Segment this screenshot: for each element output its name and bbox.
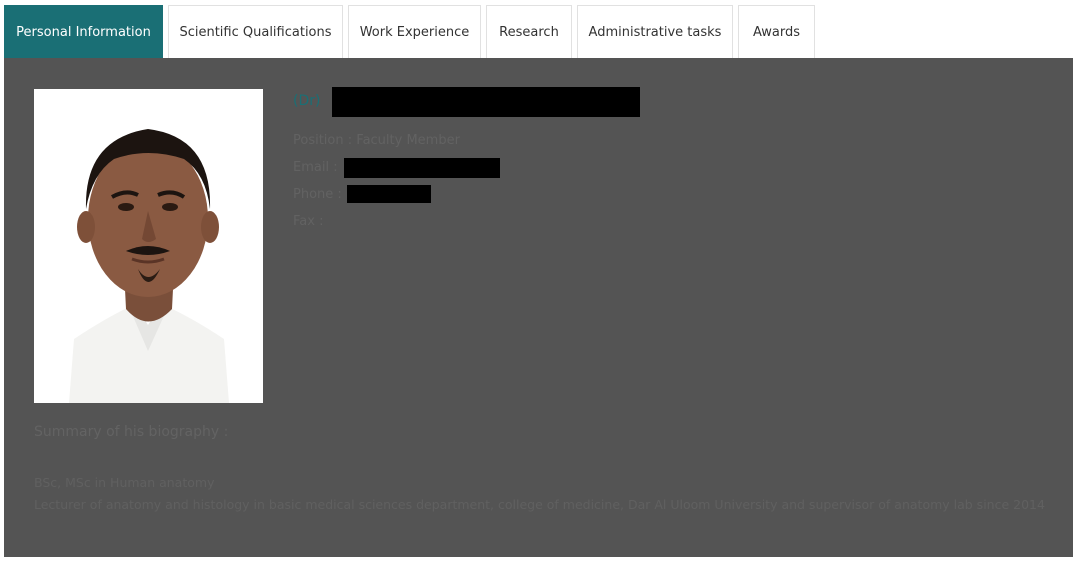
name-redaction [332, 87, 640, 117]
tab-administrative-tasks[interactable]: Administrative tasks [577, 5, 733, 58]
personal-info-panel: (Dr) Position : Faculty Member Email : P… [4, 58, 1073, 557]
email-redaction [344, 158, 500, 178]
position-field: Position : Faculty Member [293, 133, 460, 148]
biography-line: BSc, MSc in Human anatomy [34, 475, 215, 490]
tab-work-experience[interactable]: Work Experience [348, 5, 481, 58]
biography-line: Lecturer of anatomy and histology in bas… [34, 497, 1045, 512]
name-prefix: (Dr) [293, 93, 321, 109]
profile-photo [34, 89, 263, 403]
position-label: Position : [293, 133, 353, 148]
biography-title: Summary of his biography : [34, 424, 229, 440]
position-value: Faculty Member [356, 133, 460, 148]
tab-personal-information[interactable]: Personal Information [4, 5, 163, 58]
phone-field: Phone : [293, 187, 342, 202]
tab-scientific-qualifications[interactable]: Scientific Qualifications [168, 5, 343, 58]
tab-research[interactable]: Research [486, 5, 572, 58]
fax-label: Fax : [293, 214, 324, 229]
phone-redaction [347, 185, 431, 203]
tab-awards[interactable]: Awards [738, 5, 815, 58]
email-label: Email : [293, 160, 338, 175]
phone-label: Phone : [293, 187, 342, 202]
email-field: Email : [293, 160, 338, 175]
fax-field: Fax : [293, 214, 323, 229]
